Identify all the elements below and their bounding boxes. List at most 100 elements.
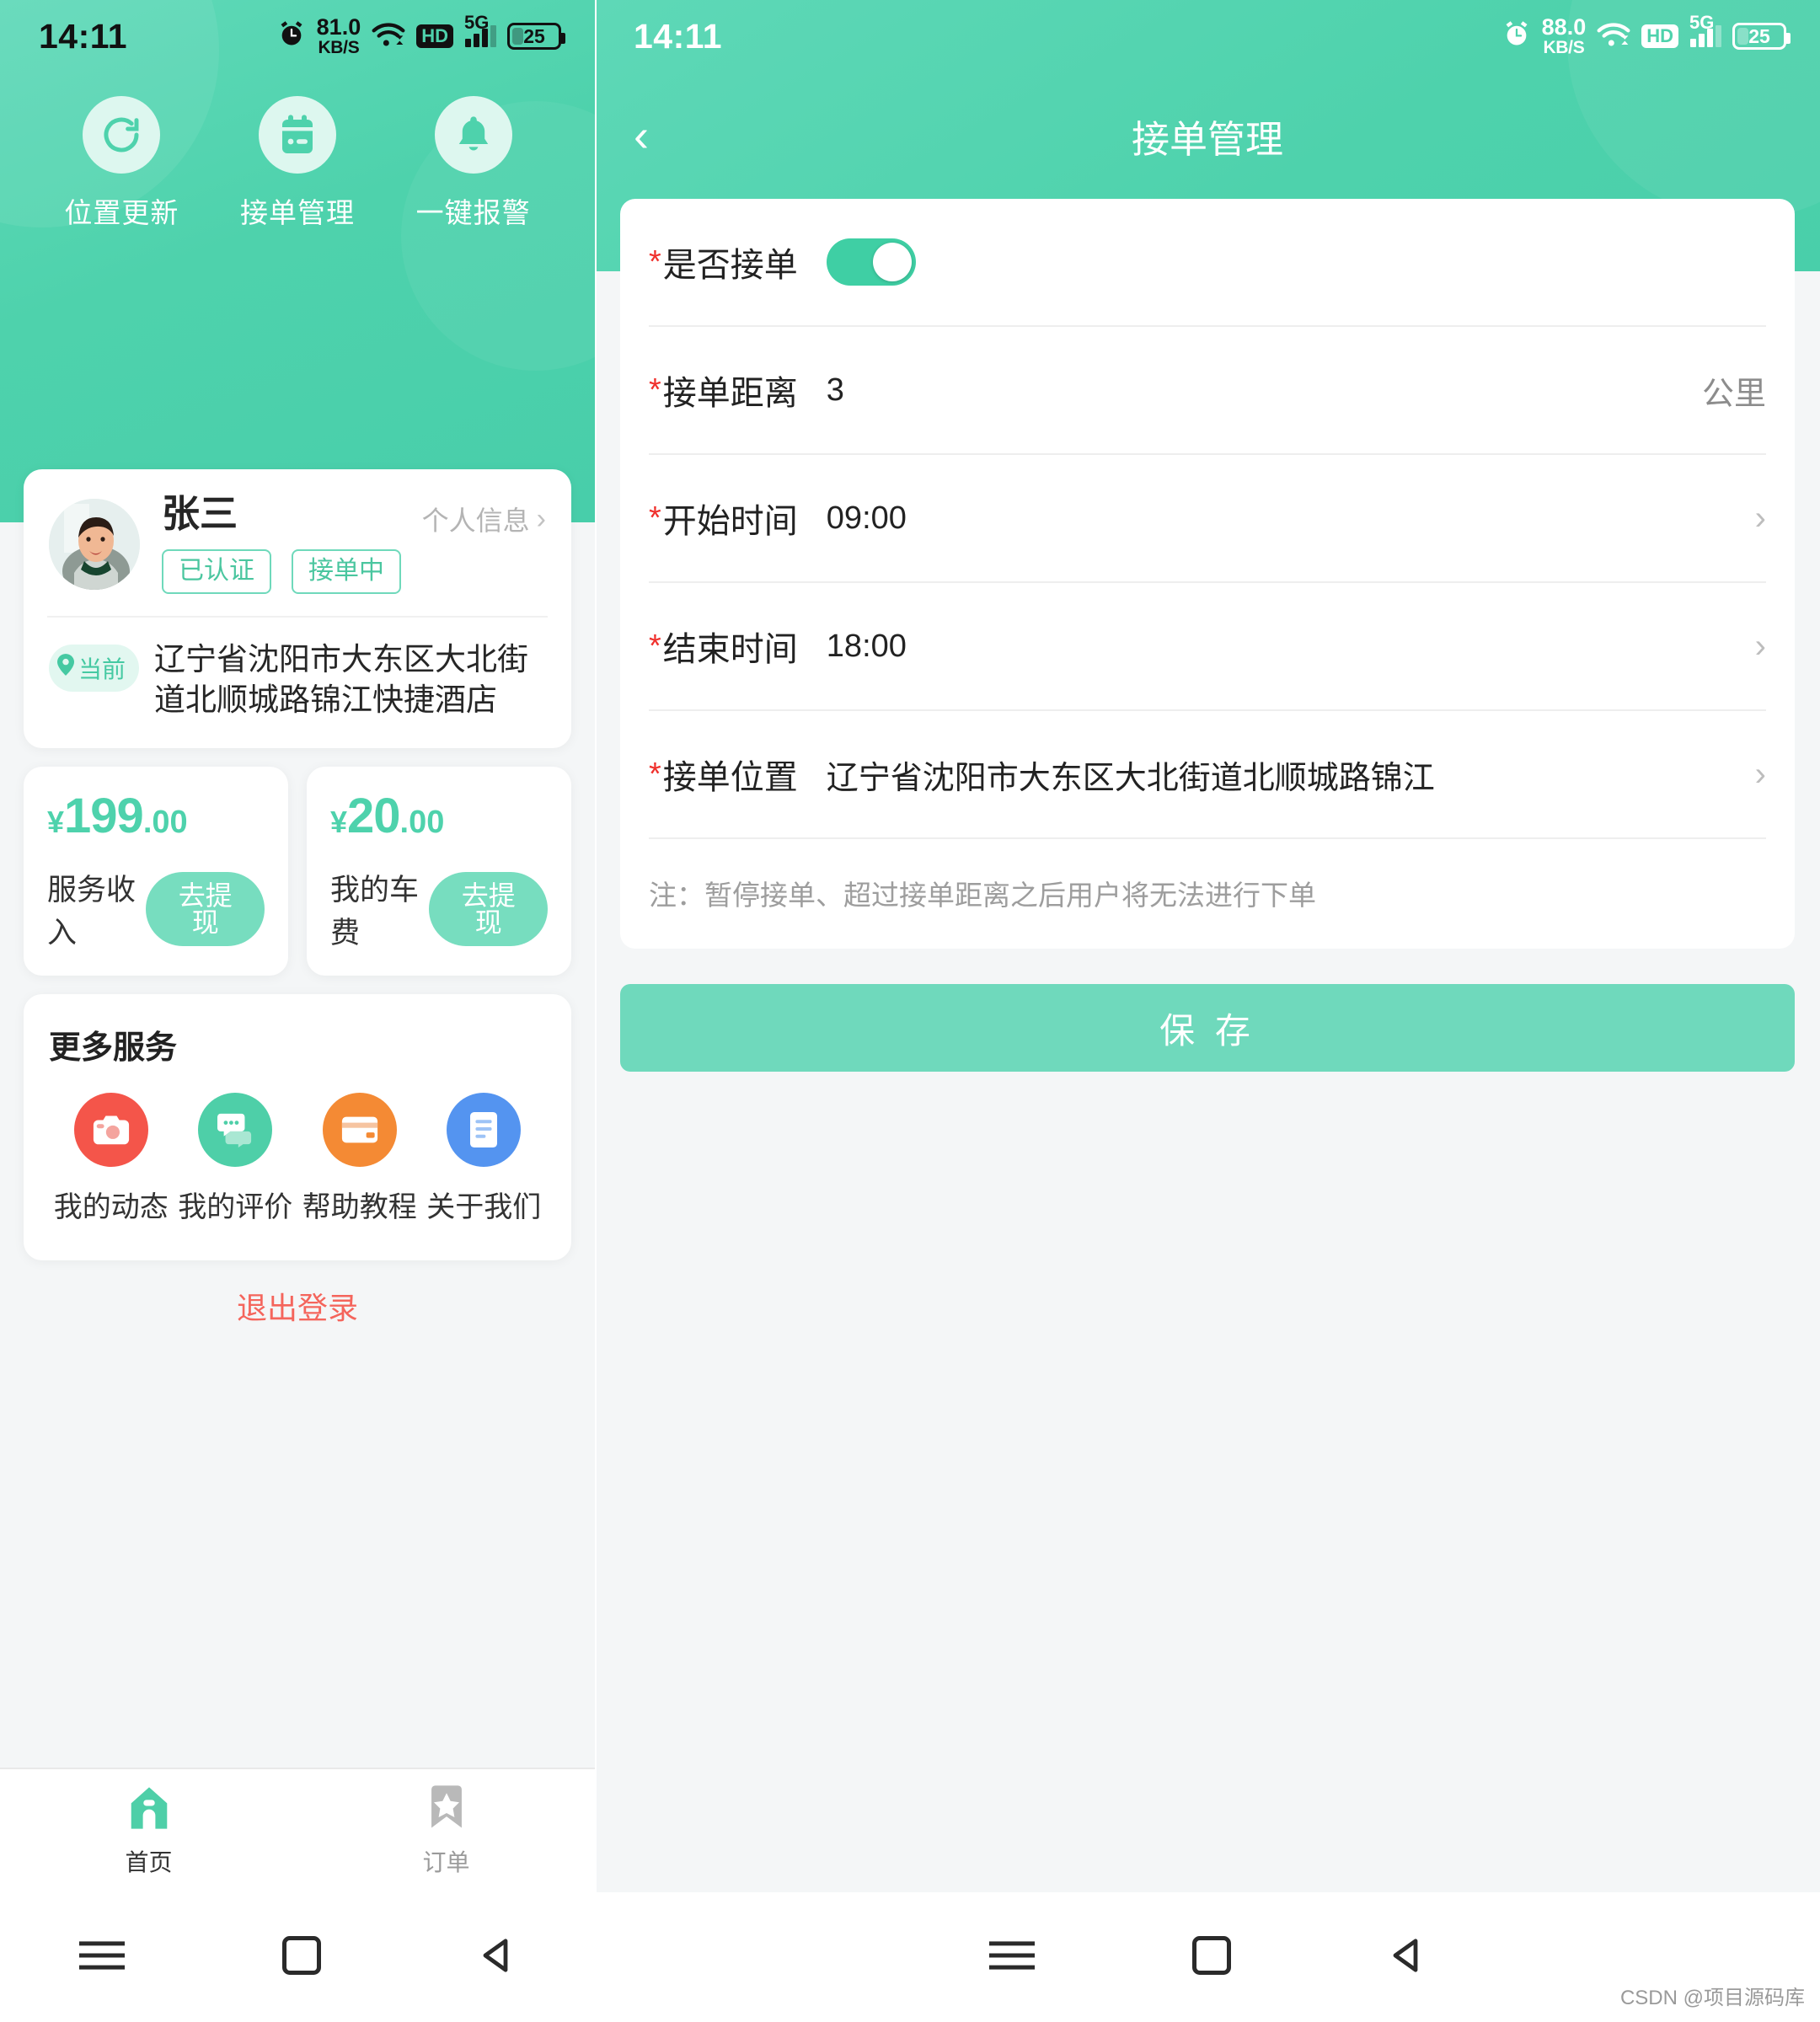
quick-action-label: 接单管理: [239, 197, 355, 228]
form-row-accept-orders[interactable]: * 是否接单: [649, 199, 1766, 327]
status-time: 14:11: [39, 16, 128, 56]
right-title-bar: ‹ 接单管理: [595, 72, 1820, 199]
profile-top: 张三 已认证 接单中 个人信息 ›: [24, 469, 571, 616]
profile-card: 张三 已认证 接单中 个人信息 › 当前 辽宁省沈阳市大东区大北街道北顺城路锦江…: [24, 469, 571, 749]
hd-icon: HD: [1641, 24, 1678, 48]
service-help-tutorial[interactable]: 帮助教程: [297, 1093, 422, 1225]
nav-item-home[interactable]: 首页: [0, 1769, 297, 1892]
menu-icon[interactable]: [78, 1939, 125, 1977]
bell-icon: [434, 96, 512, 174]
field-label: 开始时间: [662, 503, 798, 540]
left-system-nav: [0, 1892, 595, 2022]
signal-icon: 5G: [1689, 12, 1721, 47]
tag-accepting-orders: 接单中: [292, 549, 401, 594]
home-icon: [126, 1784, 172, 1836]
amount-decimal: .00: [142, 805, 188, 841]
battery-icon: 25: [507, 23, 565, 50]
back-triangle-icon[interactable]: [479, 1937, 516, 1978]
service-label: 我的动态: [53, 1191, 169, 1224]
amount-integer: 20: [347, 789, 401, 844]
chevron-right-icon: ›: [1754, 628, 1766, 665]
net-speed-unit: KB/S: [1543, 38, 1585, 57]
user-name: 张三: [162, 492, 238, 535]
order-location-value: 辽宁省沈阳市大东区大北街道北顺城路锦江: [826, 760, 1435, 796]
profile-identity: 张三 已认证 接单中: [162, 495, 422, 594]
required-asterisk: *: [649, 629, 661, 664]
order-distance-input[interactable]: 3: [827, 372, 1687, 409]
nav-label: 首页: [125, 1848, 173, 1875]
menu-icon[interactable]: [988, 1939, 1035, 1977]
net-speed-value: 81.0: [316, 14, 361, 40]
refresh-icon: [83, 96, 161, 174]
profile-tags: 已认证 接单中: [162, 549, 422, 594]
watermark: CSDN @项目源码库: [1619, 1987, 1805, 2009]
chevron-right-icon: ›: [1754, 500, 1766, 537]
service-about-us[interactable]: 关于我们: [422, 1093, 547, 1225]
money-card-service-income: ¥199.00 服务收入 去提现: [24, 767, 288, 976]
required-asterisk: *: [649, 757, 661, 792]
dual-screenshot: 14:11 81.0 KB/S HD 5G 25 位置更新 接单管理 一键报警 …: [0, 0, 1820, 2022]
calendar-icon: [258, 96, 336, 174]
bottom-nav: 首页 订单: [0, 1768, 595, 1892]
service-label: 帮助教程: [302, 1191, 417, 1224]
bookmark-star-icon: [426, 1784, 468, 1836]
location-chip-label: 当前: [78, 655, 126, 682]
amount: ¥20.00: [330, 792, 548, 841]
home-square-icon[interactable]: [281, 1935, 321, 1979]
more-services-card: 更多服务 我的动态 我的评价 帮助教程 关于我们: [24, 994, 571, 1261]
net-speed: 88.0 KB/S: [1541, 14, 1587, 57]
network-label: 5G: [1689, 12, 1715, 33]
logout-button[interactable]: 退出登录: [24, 1284, 571, 1328]
end-time-value: 18:00: [826, 628, 907, 664]
service-my-reviews[interactable]: 我的评价: [174, 1093, 298, 1225]
form-row-start-time[interactable]: * 开始时间 09:00 ›: [649, 455, 1766, 583]
form-row-order-distance[interactable]: * 接单距离 3 公里: [649, 327, 1766, 455]
field-label: 结束时间: [662, 631, 798, 668]
net-speed: 81.0 KB/S: [316, 14, 361, 57]
right-screen: 14:11 88.0 KB/S HD 5G 25 ‹ 接单管理 * 是否接单 *…: [595, 0, 1820, 2022]
money-card-label: 我的车费: [330, 874, 420, 950]
left-status-bar: 14:11 81.0 KB/S HD 5G 25: [0, 0, 595, 72]
alarm-icon: [277, 17, 306, 56]
start-time-value: 09:00: [826, 500, 907, 536]
field-label: 接单位置: [662, 759, 798, 796]
wallet-icon: [322, 1093, 397, 1168]
money-card-travel-fee: ¥20.00 我的车费 去提现: [307, 767, 571, 976]
alarm-icon: [1502, 17, 1531, 56]
quick-action-label: 位置更新: [64, 197, 179, 228]
field-label: 接单距离: [662, 375, 798, 412]
form-row-order-location[interactable]: * 接单位置 辽宁省沈阳市大东区大北街道北顺城路锦江 ›: [649, 711, 1766, 839]
camera-icon: [73, 1093, 148, 1168]
current-location-row: 当前 辽宁省沈阳市大东区大北街道北顺城路锦江快捷酒店: [24, 618, 571, 749]
network-label: 5G: [464, 12, 490, 33]
quick-action-location-update[interactable]: 位置更新: [46, 96, 197, 231]
quick-action-order-management[interactable]: 接单管理: [222, 96, 373, 231]
nav-item-orders[interactable]: 订单: [297, 1769, 595, 1892]
net-speed-value: 88.0: [1541, 14, 1587, 40]
tag-verified: 已认证: [162, 549, 271, 594]
required-asterisk: *: [649, 244, 661, 280]
chevron-right-icon: ›: [1754, 756, 1766, 793]
withdraw-button[interactable]: 去提现: [429, 872, 548, 947]
back-triangle-icon[interactable]: [1389, 1937, 1426, 1978]
save-button[interactable]: 保 存: [620, 984, 1795, 1072]
accept-orders-toggle[interactable]: [826, 238, 916, 286]
quick-action-emergency-alarm[interactable]: 一键报警: [398, 96, 549, 231]
service-my-posts[interactable]: 我的动态: [49, 1093, 174, 1225]
form-row-end-time[interactable]: * 结束时间 18:00 ›: [649, 583, 1766, 711]
location-text: 辽宁省沈阳市大东区大北街道北顺城路锦江快捷酒店: [154, 641, 529, 718]
required-asterisk: *: [649, 500, 661, 536]
chevron-right-icon: ›: [536, 503, 546, 535]
order-settings-form: * 是否接单 * 接单距离 3 公里 * 开始时间 09:00 › * 结束时间…: [620, 199, 1795, 949]
more-services-title: 更多服务: [49, 1030, 178, 1067]
form-note: 注：暂停接单、超过接单距离之后用户将无法进行下单: [649, 880, 1316, 911]
withdraw-button[interactable]: 去提现: [146, 872, 265, 947]
personal-info-link[interactable]: 个人信息 ›: [422, 500, 546, 538]
home-square-icon[interactable]: [1191, 1935, 1231, 1979]
amount: ¥199.00: [47, 792, 265, 841]
avatar[interactable]: [49, 498, 140, 590]
money-card-label: 服务收入: [47, 874, 136, 950]
status-icons: 88.0 KB/S HD 5G 25: [1502, 12, 1791, 57]
money-card-footer: 服务收入 去提现: [47, 866, 265, 952]
amount-integer: 199: [64, 789, 144, 844]
